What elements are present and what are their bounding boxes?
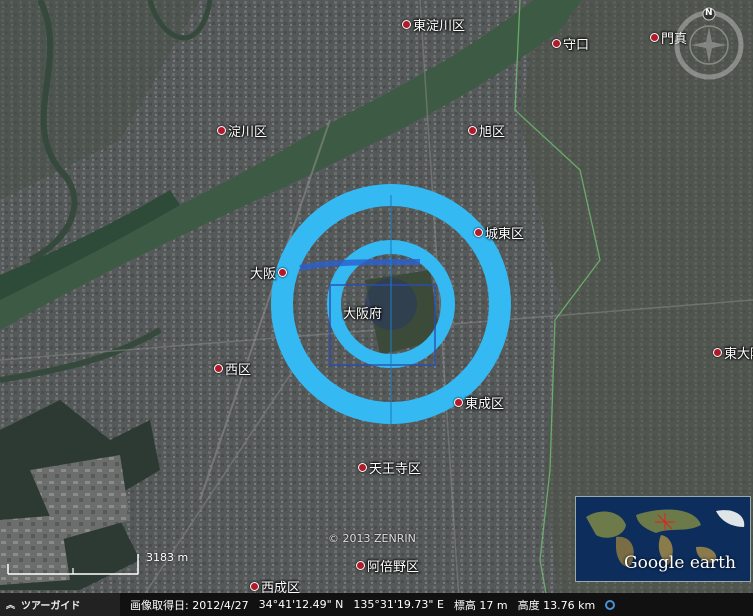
copyright-text: © 2013 ZENRIN	[328, 532, 416, 545]
chevron-up-icon: ︽	[6, 601, 16, 611]
place-label-joto[interactable]: 城東区	[474, 223, 524, 242]
place-pin-icon	[474, 228, 483, 237]
eye-altitude-readout: 高度 13.76 km	[517, 598, 596, 612]
place-label-moriguchi[interactable]: 守口	[552, 34, 589, 53]
scale-label: 3183 m	[146, 551, 189, 564]
map-viewport[interactable]: 淀川区 東淀川区 守口 門真 旭区 城東区 大阪 大阪府 西区 東成区 東大阪 …	[0, 0, 753, 616]
compass-north-label: N	[705, 8, 713, 18]
place-label-higashiosaka[interactable]: 東大阪	[713, 343, 753, 362]
compass-control[interactable]: N	[670, 6, 748, 84]
place-pin-icon	[278, 268, 288, 277]
place-pin-icon	[468, 126, 477, 135]
place-label-higashinari[interactable]: 東成区	[454, 393, 504, 412]
imagery-date: 画像取得日: 2012/4/27	[130, 598, 249, 612]
place-label-osaka-fu[interactable]: 大阪府	[343, 303, 382, 322]
longitude-readout: 135°31'19.73" E	[353, 598, 444, 611]
scale-bar	[7, 554, 139, 575]
place-pin-icon	[650, 33, 659, 42]
place-pin-icon	[356, 561, 365, 570]
place-pin-icon	[217, 126, 226, 135]
place-label-abeno[interactable]: 阿倍野区	[356, 556, 419, 575]
place-label-yodogawa[interactable]: 淀川区	[217, 121, 267, 140]
tour-guide-button[interactable]: ︽ ツアーガイド	[0, 593, 120, 616]
place-pin-icon	[402, 20, 411, 29]
place-pin-icon	[214, 364, 223, 373]
place-label-tennoji[interactable]: 天王寺区	[358, 458, 421, 477]
place-label-higashiyodogawa[interactable]: 東淀川区	[402, 15, 465, 34]
place-label-nishi[interactable]: 西区	[214, 359, 251, 378]
status-bar: ︽ ツアーガイド 画像取得日: 2012/4/27 34°41'12.49" N…	[0, 593, 753, 616]
place-pin-icon	[552, 39, 561, 48]
place-pin-icon	[250, 582, 259, 591]
place-label-asahi[interactable]: 旭区	[468, 121, 505, 140]
elevation-readout: 標高 17 m	[453, 598, 508, 612]
place-label-osaka[interactable]: 大阪	[250, 263, 288, 282]
google-earth-logo: Google earth	[624, 553, 736, 573]
place-pin-icon	[713, 348, 722, 357]
place-pin-icon	[454, 398, 463, 407]
overview-map[interactable]: Google earth	[575, 496, 751, 582]
place-pin-icon	[358, 463, 367, 472]
latitude-readout: 34°41'12.49" N	[258, 598, 344, 611]
streaming-indicator-icon	[605, 599, 616, 610]
